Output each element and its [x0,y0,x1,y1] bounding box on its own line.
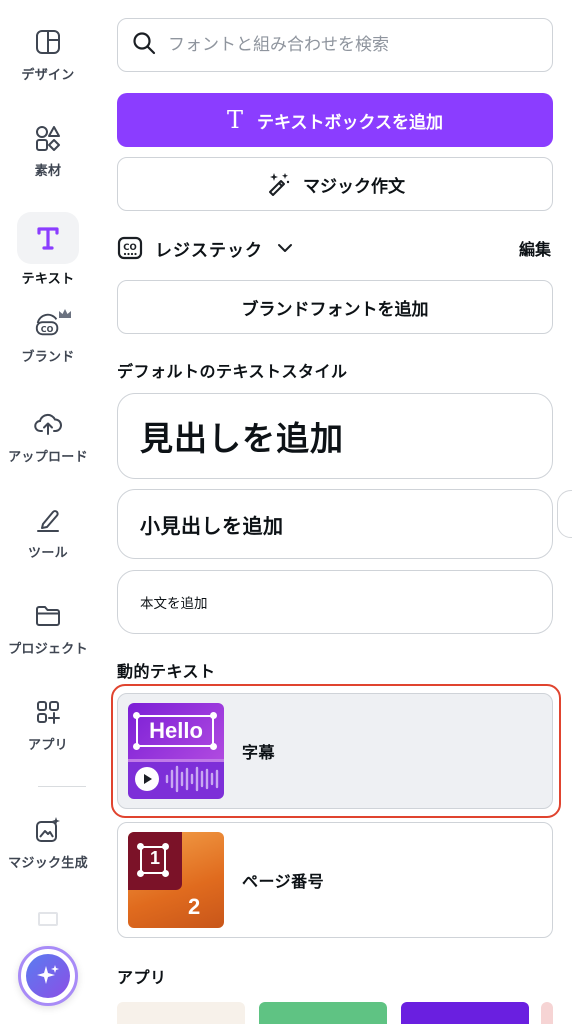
brand-kit-icon: CO [117,235,143,261]
search-icon [132,31,156,59]
apps-row [117,1002,553,1024]
sidebar-item-design[interactable]: デザイン [0,28,96,83]
sidebar-item-label: マジック生成 [8,856,88,871]
brand-kit-selector[interactable]: CO レジステック 編集 [117,230,553,266]
sidebar-item-projects[interactable]: プロジェクト [0,602,96,657]
app-tile[interactable] [541,1002,553,1024]
magic-write-button[interactable]: マジック作文 [117,157,553,211]
add-body-card[interactable]: 本文を追加 [117,570,553,634]
sidebar-item-label: デザイン [21,68,75,83]
panel-collapse-handle[interactable] [557,490,572,538]
app-tile[interactable] [259,1002,387,1024]
captions-label: 字幕 [242,743,276,762]
handle [137,870,144,877]
page-number-thumbnail: 1 2 [128,832,224,928]
thumb-page-2: 2 [188,894,201,919]
sidebar-item-label: ツール [28,546,68,561]
sidebar-item-magic-media[interactable]: マジック生成 [0,816,96,871]
draw-tool-icon [34,506,62,534]
captions-thumbnail: Hello [128,703,224,799]
sidebar-divider [38,786,86,787]
sidebar-item-label: アプリ [28,738,68,753]
search-box[interactable] [117,18,553,72]
dynamic-text-heading: 動的テキスト [117,662,216,681]
captions-card[interactable]: Hello 字幕 [117,693,553,809]
sidebar-item-elements[interactable]: 素材 [0,124,96,179]
svg-text:CO: CO [41,325,54,334]
sidebar-item-label: ブランド [21,350,75,365]
apps-icon [34,698,62,726]
sidebar-item-uploads[interactable]: アップロード [0,410,96,465]
brand-kit-name: レジステック [155,240,263,261]
add-textbox-label: テキストボックスを追加 [257,112,443,133]
chevron-down-icon [277,243,293,253]
page-number-label: ページ番号 [242,872,325,891]
magic-wand-icon [265,171,291,197]
crown-icon [58,304,72,323]
text-icon [34,224,62,252]
sparkle-icon [26,954,70,998]
sidebar-item-brand[interactable]: CO ブランド [0,309,96,365]
add-subheading-card[interactable]: 小見出しを追加 [117,489,553,559]
handle [133,743,140,750]
app-tile[interactable] [401,1002,529,1024]
sidebar-item-label: アップロード [8,450,88,465]
sidebar-item-label: プロジェクト [8,642,88,657]
thumb-hello-text: Hello [149,718,203,743]
apps-heading: アプリ [117,968,167,987]
ai-assistant-button[interactable] [18,946,78,1006]
folder-icon [34,602,62,630]
magic-write-label: マジック作文 [303,176,405,197]
search-input[interactable] [168,35,528,55]
sidebar-item-text[interactable]: テキスト [0,212,96,287]
thumb-page-1: 1 [149,848,160,868]
default-styles-heading: デフォルトのテキストスタイル [117,362,348,381]
active-indicator [17,212,79,264]
layout-icon [34,28,62,56]
add-brand-font-button[interactable]: ブランドフォントを追加 [117,280,553,334]
handle [162,870,169,877]
svg-text:CO: CO [123,243,136,253]
add-brand-font-label: ブランドフォントを追加 [241,299,429,320]
left-sidebar: デザイン 素材 テキスト CO ブランド アップロード ツール プロジェクト ア… [0,0,96,1024]
sidebar-item-apps[interactable]: アプリ [0,698,96,753]
page-number-card[interactable]: 1 2 ページ番号 [117,822,553,938]
body-text: 本文を追加 [140,596,208,612]
subheading-text: 小見出しを追加 [140,513,284,538]
play-icon [134,766,160,796]
add-textbox-button[interactable]: T テキストボックスを追加 [117,93,553,147]
magic-media-icon [34,816,62,844]
heading-text: 見出しを追加 [140,419,344,458]
waveform-icon [164,765,222,797]
text-t-icon: T [227,106,244,134]
elements-icon [34,124,62,152]
scroll-faded-icon [38,912,58,926]
upload-cloud-icon [34,410,62,438]
sidebar-item-label: テキスト [21,272,75,287]
app-tile[interactable] [117,1002,245,1024]
sidebar-item-tools[interactable]: ツール [0,506,96,561]
sidebar-item-label: 素材 [34,164,62,179]
add-heading-card[interactable]: 見出しを追加 [117,393,553,479]
brand-edit-link[interactable]: 編集 [519,236,551,260]
handle [210,743,217,750]
brand-icon: CO [34,309,71,338]
